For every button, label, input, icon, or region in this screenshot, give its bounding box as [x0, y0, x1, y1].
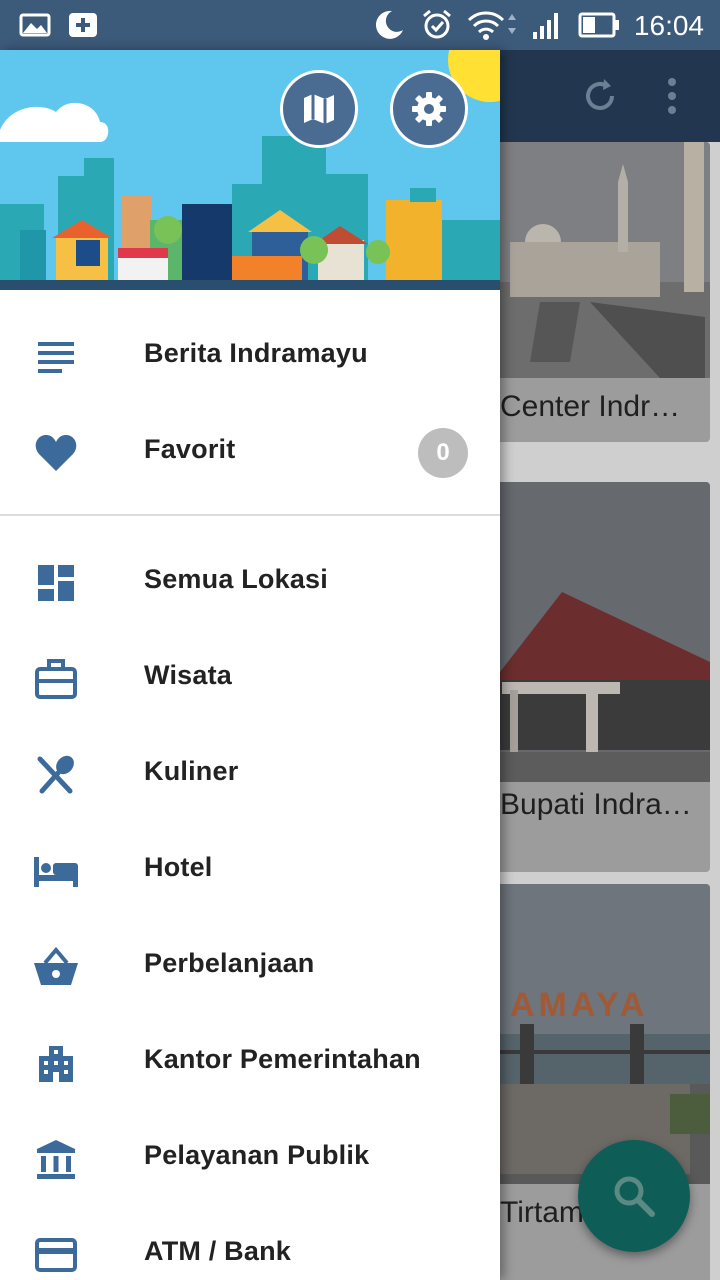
bank-icon	[26, 1136, 86, 1182]
menu-item-hotel[interactable]: Hotel	[0, 822, 500, 918]
location-card[interactable]: Bupati Indra…	[470, 482, 710, 872]
menu-item-semua-lokasi[interactable]: Semua Lokasi	[0, 534, 500, 630]
menu-item-favorit[interactable]: Favorit 0	[0, 404, 500, 500]
menu-item-label: Wisata	[144, 660, 232, 690]
moon-icon	[375, 10, 403, 39]
news-icon	[26, 334, 86, 380]
menu-item-label: Perbelanjaan	[144, 948, 315, 978]
menu-item-kuliner[interactable]: Kuliner	[0, 726, 500, 822]
search-icon	[614, 1176, 655, 1217]
beach-photo	[470, 884, 710, 1184]
alarm-icon	[423, 9, 451, 39]
mosque-photo	[470, 142, 710, 378]
wifi-icon	[467, 11, 516, 40]
drawer-header	[0, 50, 500, 290]
menu-item-label: ATM / Bank	[144, 1236, 292, 1266]
gear-icon	[412, 92, 446, 126]
favorites-count-badge: 0	[418, 428, 468, 478]
map-icon	[304, 94, 334, 124]
heart-icon	[26, 430, 86, 476]
briefcase-icon	[26, 656, 86, 702]
signal-icon	[533, 13, 558, 39]
menu-item-label: Kuliner	[144, 756, 239, 786]
menu-item-perbelanjaan[interactable]: Perbelanjaan	[0, 918, 500, 1014]
menu-item-label: Pelayanan Publik	[144, 1140, 370, 1170]
card-title: Bupati Indra…	[500, 788, 692, 821]
landmark-sign: AMAYA	[510, 986, 649, 1024]
navigation-drawer: Berita Indramayu Favorit 0 Semua Lokasi …	[0, 50, 500, 1280]
menu-item-label: Semua Lokasi	[144, 564, 328, 594]
utensils-icon	[26, 752, 86, 798]
battery-icon	[578, 12, 619, 38]
menu-item-label: Favorit	[144, 434, 236, 464]
refresh-icon[interactable]	[572, 68, 628, 124]
location-card[interactable]: Center Indr…	[470, 142, 710, 442]
divider	[0, 514, 500, 516]
image-icon	[19, 13, 51, 37]
overflow-menu-icon[interactable]	[644, 68, 700, 124]
add-icon	[69, 13, 97, 37]
search-fab[interactable]	[578, 1140, 690, 1252]
building-icon	[26, 1040, 86, 1086]
pendopo-photo	[470, 482, 710, 782]
basket-icon	[26, 944, 86, 990]
menu-item-label: Hotel	[144, 852, 213, 882]
menu-item-pelayanan-publik[interactable]: Pelayanan Publik	[0, 1110, 500, 1206]
menu-item-label: Kantor Pemerintahan	[144, 1044, 421, 1074]
card-title: Center Indr…	[500, 390, 681, 423]
credit-card-icon	[26, 1232, 86, 1278]
menu-item-kantor-pemerintahan[interactable]: Kantor Pemerintahan	[0, 1014, 500, 1110]
bed-icon	[26, 848, 86, 894]
map-button[interactable]	[280, 70, 358, 148]
menu-item-berita[interactable]: Berita Indramayu	[0, 308, 500, 404]
dashboard-icon	[26, 560, 86, 606]
clock: 16:04	[633, 10, 704, 41]
settings-button[interactable]	[390, 70, 468, 148]
menu-item-atm-bank[interactable]: ATM / Bank	[0, 1206, 500, 1280]
menu-item-label: Berita Indramayu	[144, 338, 368, 368]
status-bar: 16:04	[0, 0, 720, 50]
menu-item-wisata[interactable]: Wisata	[0, 630, 500, 726]
